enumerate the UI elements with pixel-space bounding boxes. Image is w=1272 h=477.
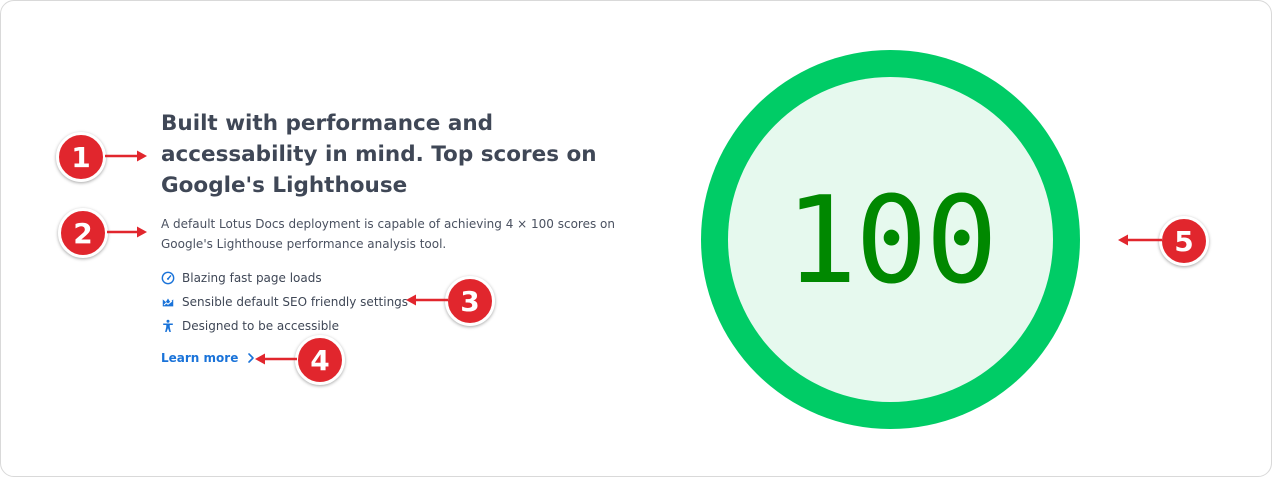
section-description: A default Lotus Docs deployment is capab… — [161, 217, 615, 251]
learn-more-link[interactable]: Learn more — [161, 351, 255, 365]
section-heading: Built with performance and accessability… — [161, 111, 597, 198]
seo-icon — [161, 295, 175, 309]
speedometer-icon — [161, 271, 175, 285]
annotation-arrow-right — [107, 225, 149, 239]
learn-more-label: Learn more — [161, 351, 239, 365]
feature-label: Designed to be accessible — [182, 319, 340, 333]
annotation-arrow-left — [1118, 233, 1162, 247]
feature-label: Blazing fast page loads — [182, 271, 322, 285]
feature-item-seo: Sensible default SEO friendly settings — [161, 290, 408, 314]
accessibility-icon — [161, 319, 175, 333]
feature-item-fast-loads: Blazing fast page loads — [161, 266, 408, 290]
annotation-badge-5: 5 — [1159, 216, 1209, 266]
annotation-arrow-left — [406, 293, 448, 307]
annotation-badge-1: 1 — [56, 132, 106, 182]
gauge-inner: 100 — [728, 77, 1053, 402]
annotation-badge-2: 2 — [58, 208, 108, 258]
annotation-badge-3: 3 — [445, 276, 495, 326]
annotation-arrow-left — [255, 352, 297, 366]
lighthouse-score-gauge: 100 — [701, 50, 1080, 429]
lighthouse-feature-card: Built with performance and accessability… — [0, 0, 1272, 477]
feature-list: Blazing fast page loads Sensible default… — [161, 266, 408, 338]
annotation-arrow-right — [105, 149, 149, 163]
feature-label: Sensible default SEO friendly settings — [182, 295, 409, 309]
feature-item-accessible: Designed to be accessible — [161, 314, 408, 338]
annotation-badge-4: 4 — [295, 335, 345, 385]
score-value: 100 — [785, 171, 998, 311]
